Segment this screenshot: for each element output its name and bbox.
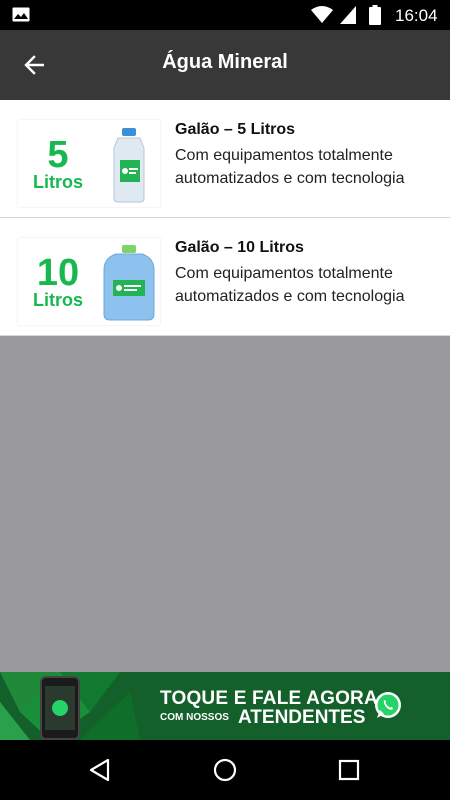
recents-square-icon[interactable]: [333, 754, 365, 786]
list-item[interactable]: 5 Litros Galão – 5 Litros Com equipament…: [0, 100, 450, 218]
navigation-bar: [0, 740, 450, 800]
home-circle-icon[interactable]: [209, 754, 241, 786]
product-title: Galão – 10 Litros: [175, 239, 304, 256]
whatsapp-banner[interactable]: TOQUE E FALE AGORA COM NOSSOS ATENDENTES: [0, 672, 450, 740]
whatsapp-icon: [375, 692, 401, 718]
banner-subtext: COM NOSSOS: [160, 712, 229, 723]
thumb-unit: Litros: [32, 172, 83, 192]
thumb-unit: Litros: [32, 290, 83, 310]
water-jug-10l-icon: [103, 245, 155, 321]
banner-highlight: ATENDENTES: [238, 707, 366, 728]
phone-image: [40, 676, 80, 740]
product-thumbnail: 5 Litros: [18, 120, 160, 207]
wifi-icon: [311, 6, 333, 23]
status-bar: 16:04: [0, 0, 450, 30]
back-triangle-icon[interactable]: [84, 754, 116, 786]
water-bottle-5l-icon: [113, 128, 145, 203]
thumb-number: 10: [36, 252, 80, 294]
product-title: Galão – 5 Litros: [175, 121, 296, 138]
product-description: Com equipamentos totalmente automatizado…: [175, 265, 405, 305]
page-title: Água Mineral: [162, 51, 288, 73]
product-thumbnail: 10 Litros: [18, 238, 160, 325]
product-description: Com equipamentos totalmente automatizado…: [175, 147, 405, 187]
battery-icon: [369, 5, 381, 25]
app-bar: Água Mineral: [0, 30, 450, 100]
status-time: 16:04: [395, 6, 438, 25]
image-icon: [12, 7, 30, 22]
list-item[interactable]: 10 Litros Galão – 10 Litros Com equipame…: [0, 218, 450, 336]
thumb-number: 5: [47, 134, 69, 176]
product-list: 5 Litros Galão – 5 Litros Com equipament…: [0, 100, 450, 336]
signal-icon: [340, 6, 356, 24]
